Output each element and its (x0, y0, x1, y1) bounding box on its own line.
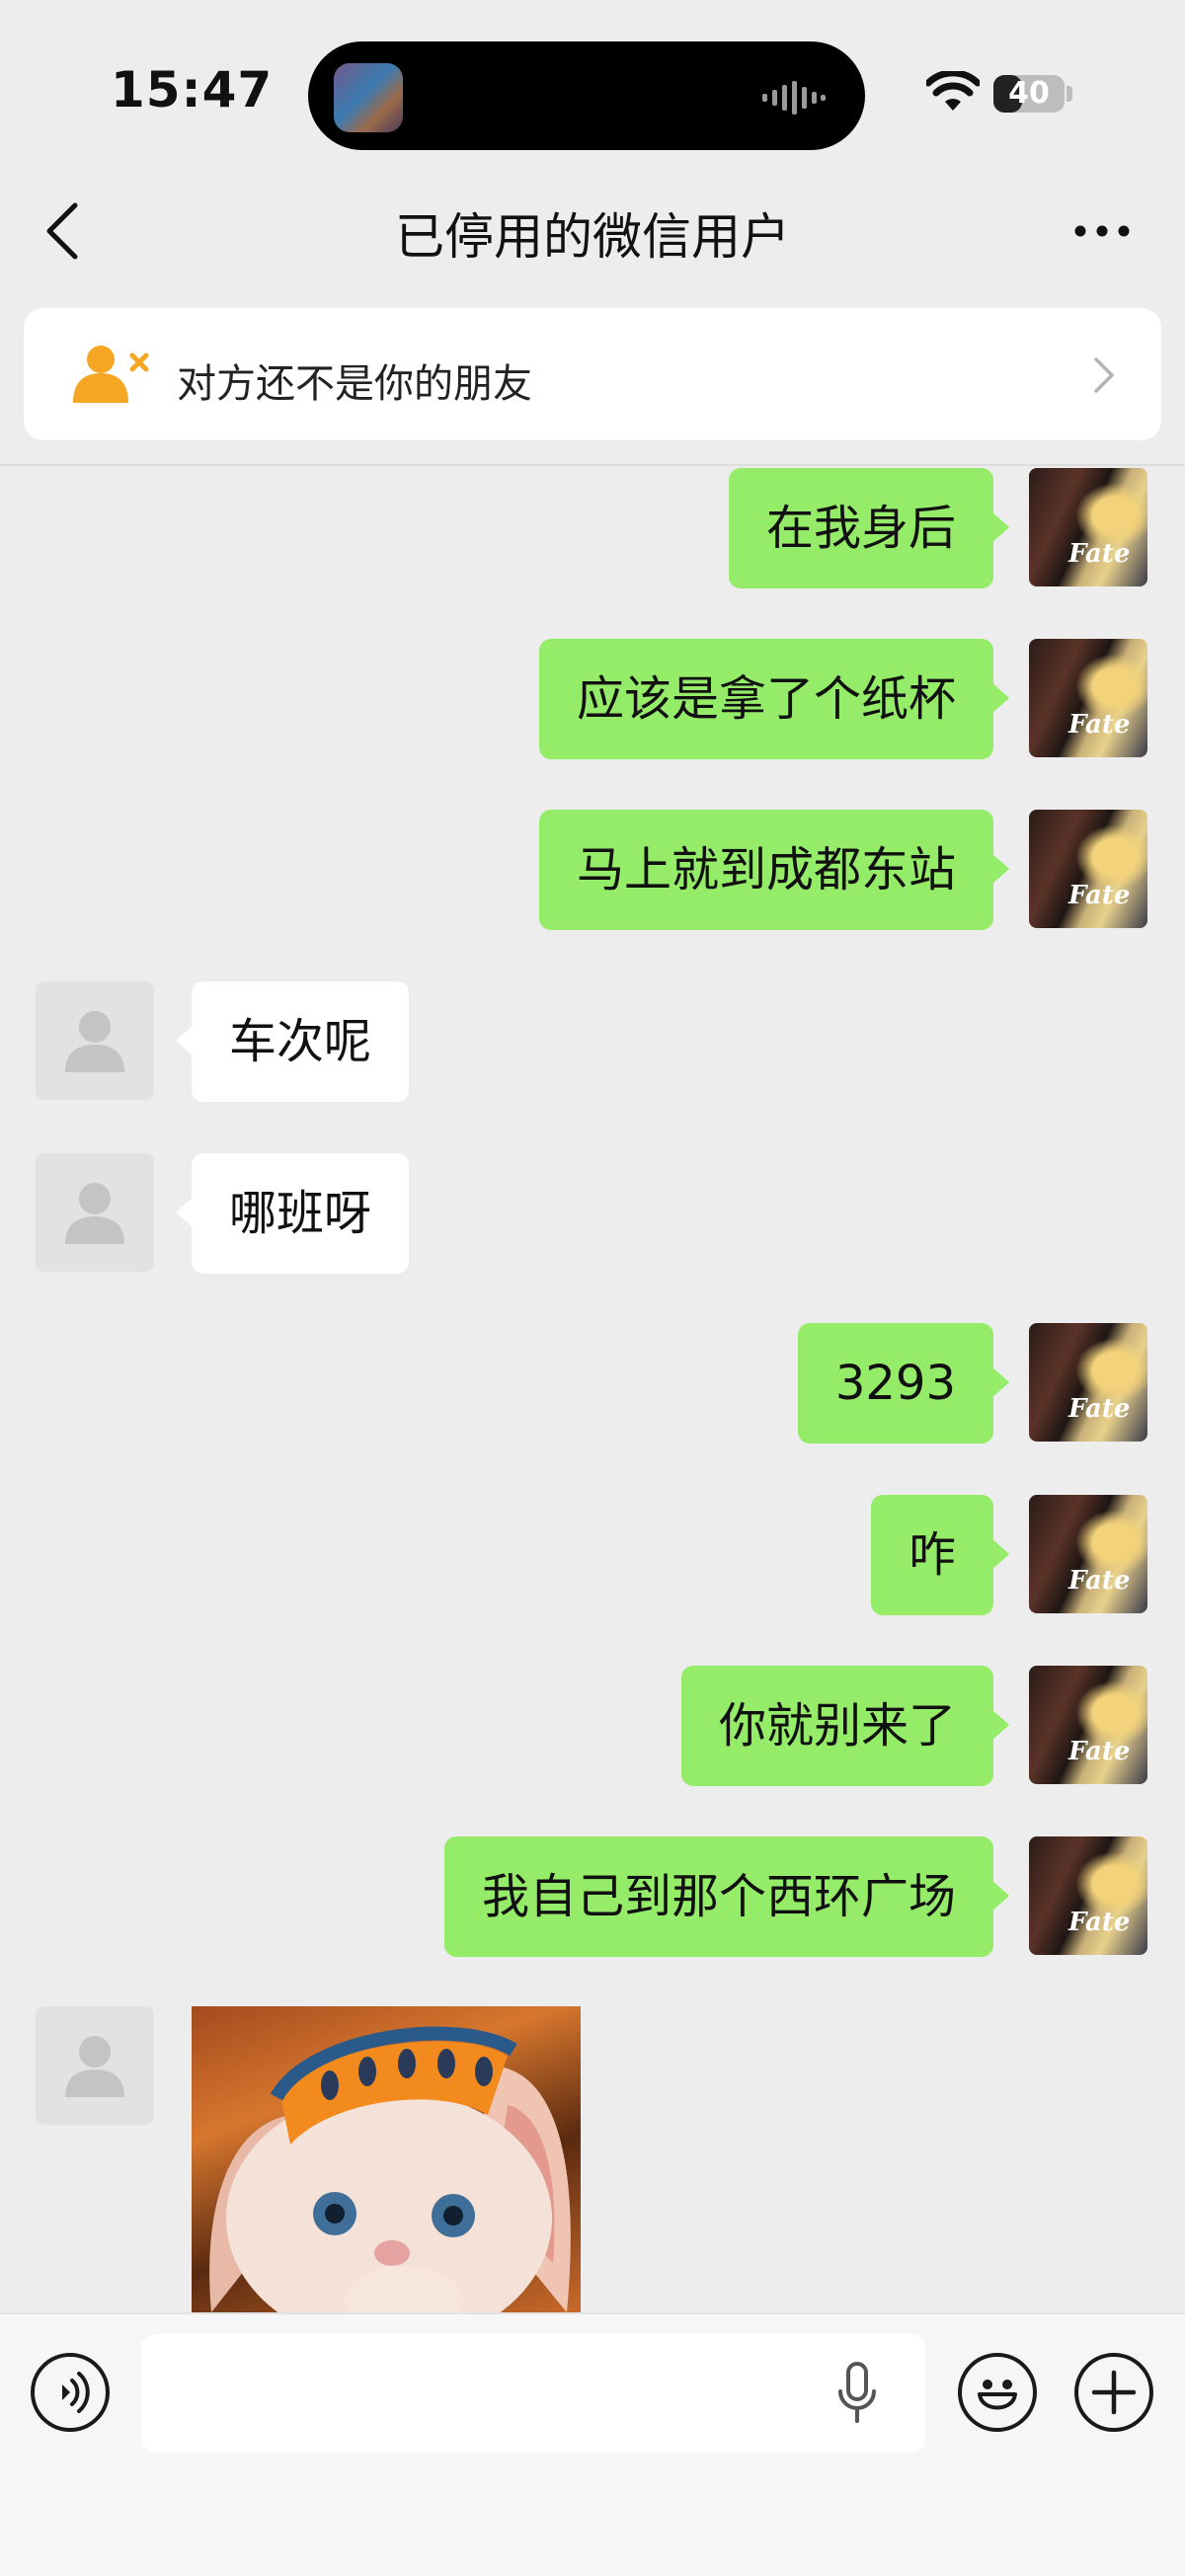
chevron-left-icon[interactable] (43, 201, 83, 261)
battery-percent: 40 (1008, 76, 1050, 111)
my-avatar[interactable]: Fate (1029, 1836, 1147, 1955)
message-bubble-received[interactable]: 车次呢 (175, 981, 410, 1102)
default-avatar-icon (65, 1183, 124, 1244)
my-avatar[interactable]: Fate (1029, 639, 1147, 757)
add-friend-icon (73, 346, 149, 403)
status-time: 15:47 (111, 61, 274, 118)
message-bubble-sent[interactable]: 马上就到成都东站 (538, 810, 1010, 930)
my-avatar[interactable]: Fate (1029, 810, 1147, 928)
battery-cap (1066, 86, 1072, 102)
avatar-logo-text: Fate (1068, 1566, 1131, 1596)
voice-mode-icon (62, 2372, 90, 2413)
avatar-logo-text: Fate (1068, 1908, 1131, 1937)
dynamic-island[interactable] (308, 41, 865, 150)
wifi-icon (926, 71, 980, 111)
plush-bunny-sticker (209, 2026, 571, 2312)
emoji-icon (978, 2380, 1017, 2410)
my-avatar[interactable]: Fate (1029, 1495, 1147, 1613)
message-input[interactable] (141, 2334, 925, 2453)
avatar-logo-text: Fate (1068, 881, 1131, 910)
now-playing-artwork (334, 63, 403, 132)
sticker-image[interactable] (192, 2006, 581, 2312)
more-dots-icon[interactable] (1072, 219, 1132, 243)
avatar-logo-text: Fate (1068, 710, 1131, 740)
plus-icon (1091, 2370, 1137, 2415)
default-avatar-icon (65, 1011, 124, 1072)
chat-title: 已停用的微信用户 (395, 208, 790, 266)
message-bubble-sent[interactable]: 3293 (797, 1323, 1010, 1444)
contact-avatar[interactable] (36, 2006, 154, 2125)
avatar-logo-text: Fate (1068, 539, 1131, 569)
not-friend-banner[interactable]: 对方还不是你的朋友 (24, 308, 1161, 440)
message-bubble-sent[interactable]: 在我身后 (728, 468, 1010, 588)
default-avatar-icon (65, 2036, 124, 2097)
banner-text: 对方还不是你的朋友 (177, 361, 532, 407)
message-bubble-sent[interactable]: 应该是拿了个纸杯 (538, 639, 1010, 759)
avatar-logo-text: Fate (1068, 1737, 1131, 1766)
contact-avatar[interactable] (36, 1153, 154, 1272)
message-bubble-sent[interactable]: 你就别来了 (680, 1666, 1010, 1786)
emoji-button[interactable] (958, 2353, 1037, 2432)
voice-mode-button[interactable] (31, 2353, 110, 2432)
message-bubble-sent[interactable]: 我自己到那个西环广场 (443, 1836, 1010, 1957)
avatar-logo-text: Fate (1068, 1394, 1131, 1424)
audio-wave-icon (762, 81, 826, 115)
my-avatar[interactable]: Fate (1029, 468, 1147, 586)
message-bubble-received[interactable]: 哪班呀 (175, 1153, 410, 1274)
microphone-icon[interactable] (837, 2362, 877, 2425)
battery-indicator: 40 (993, 75, 1065, 113)
contact-avatar[interactable] (36, 981, 154, 1100)
chevron-right-icon (1094, 357, 1114, 393)
my-avatar[interactable]: Fate (1029, 1666, 1147, 1784)
my-avatar[interactable]: Fate (1029, 1323, 1147, 1442)
banner-divider (0, 464, 1185, 466)
plus-button[interactable] (1074, 2353, 1153, 2432)
message-bubble-sent[interactable]: 咋 (870, 1495, 1010, 1615)
